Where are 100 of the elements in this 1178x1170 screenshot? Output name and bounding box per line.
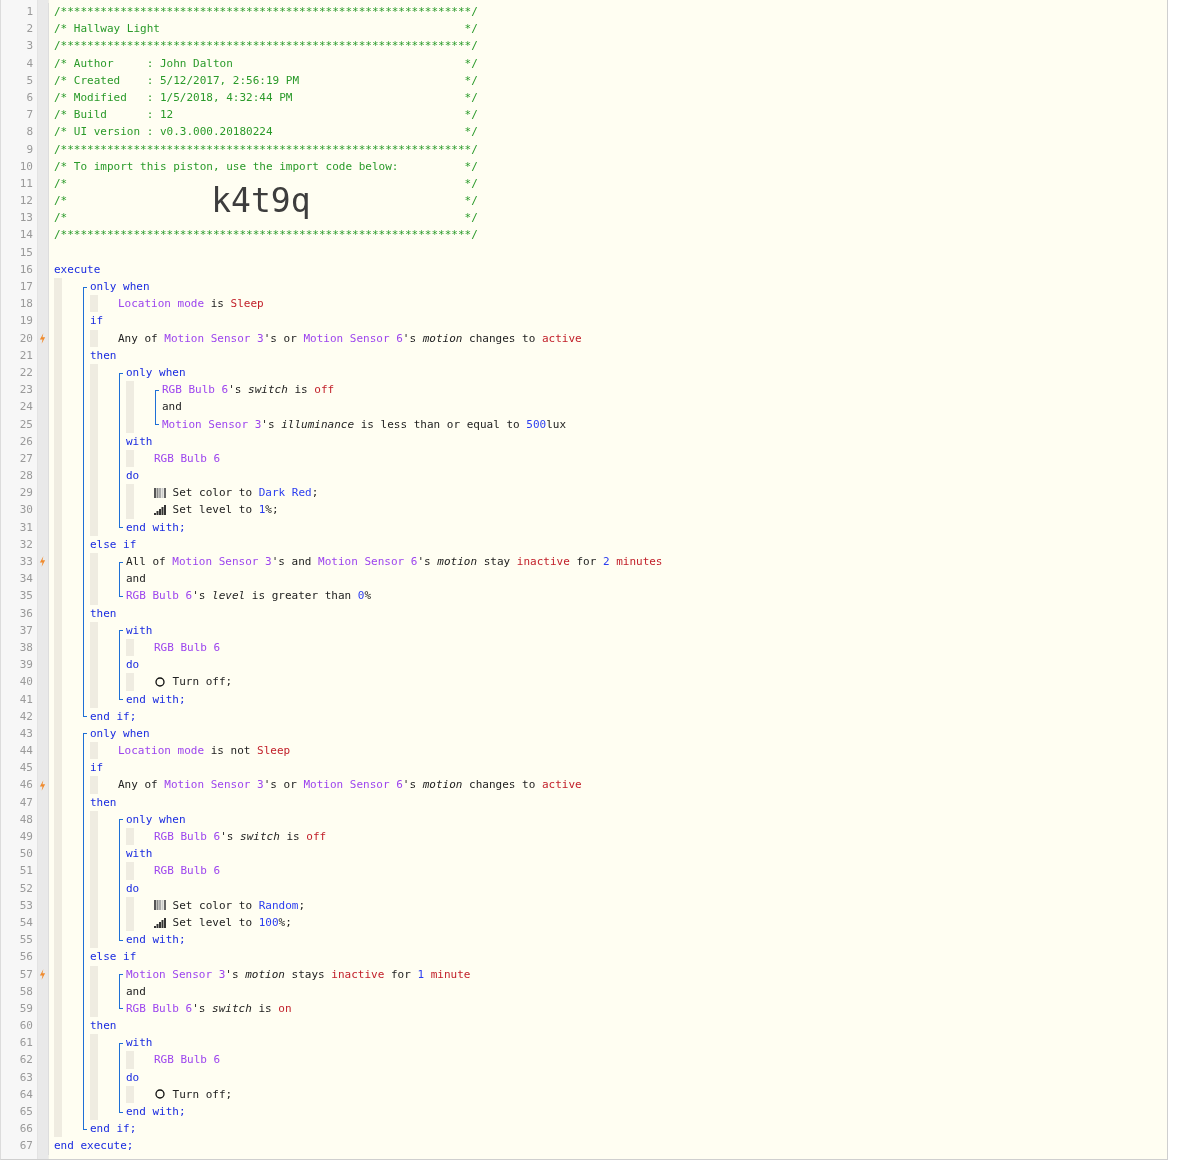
line-number: 59	[18, 1000, 34, 1017]
value-text: active	[541, 777, 582, 794]
keyword: with	[126, 433, 153, 450]
line-number: 32	[18, 536, 34, 553]
comment-text: /* UI version : v0.3.000.20180224	[54, 124, 273, 141]
line-number: 7	[25, 107, 34, 124]
attribute-name: motion	[437, 554, 478, 570]
comment-text: /* Created : 5/12/2017, 2:56:19 PM	[54, 72, 300, 89]
line-number: 62	[18, 1052, 34, 1069]
keyword: with	[126, 846, 153, 863]
signal-bars-icon	[154, 917, 166, 928]
line-number: 39	[18, 657, 34, 674]
keyword: end with;	[126, 691, 186, 708]
line-number: 47	[18, 794, 34, 811]
attribute-name: motion	[422, 330, 463, 347]
lightning-icon	[39, 332, 46, 344]
keyword: with	[126, 622, 153, 639]
code-text: 's or	[263, 330, 298, 347]
keyword: end if;	[90, 708, 137, 725]
line-number: 38	[18, 639, 34, 656]
line-number: 19	[18, 313, 34, 330]
line-number: 42	[18, 708, 34, 725]
lightning-icon	[39, 556, 46, 568]
keyword: then	[90, 347, 117, 364]
value-text: Sleep	[230, 296, 264, 313]
literal-value: 2	[602, 554, 610, 570]
device-name: Motion Sensor 6	[303, 777, 403, 794]
code-text: lux	[546, 416, 566, 433]
line-number: 60	[18, 1018, 34, 1035]
code-text: and	[162, 399, 182, 416]
value-text: Sleep	[257, 743, 291, 760]
line-number: 48	[18, 811, 34, 828]
line-number: 63	[18, 1069, 34, 1086]
line-number: 28	[18, 468, 34, 485]
line-number: 15	[18, 244, 34, 261]
keyword: with	[126, 1035, 153, 1052]
literal-value: Random	[258, 897, 299, 914]
color-bars-icon	[154, 487, 166, 498]
line-number: 8	[25, 124, 34, 141]
comment-text: */	[464, 158, 478, 175]
comment-text: /* Modified : 1/5/2018, 4:32:44 PM	[54, 89, 293, 106]
code-text: Set color to	[171, 485, 254, 502]
code-text: stays	[290, 966, 326, 983]
attribute-name: switch	[212, 1000, 252, 1017]
comment-text: /* Author : John Dalton	[54, 55, 233, 72]
line-number: 46	[18, 777, 34, 794]
device-name: RGB Bulb 6	[154, 1052, 221, 1069]
line-number: 54	[18, 914, 34, 931]
line-number: 30	[18, 502, 34, 519]
comment-text: /* Hallway Light	[54, 21, 160, 38]
device-name: Motion Sensor 6	[318, 554, 418, 570]
value-text: active	[541, 330, 582, 347]
line-number: 21	[18, 347, 34, 364]
device-name: Motion Sensor 6	[303, 330, 403, 347]
line-number: 18	[18, 296, 34, 313]
code-text: 's or	[263, 777, 298, 794]
line-number: 33	[18, 554, 34, 570]
line-number: 58	[18, 983, 34, 1000]
keyword: end execute;	[54, 1138, 134, 1155]
code-text: is not	[209, 743, 252, 760]
code-text: for	[389, 966, 412, 983]
attribute-name: illuminance	[281, 416, 355, 433]
line-number: 64	[18, 1086, 34, 1103]
attribute-name: motion	[422, 777, 463, 794]
keyword: end if;	[90, 1121, 137, 1138]
value-text: on	[278, 1000, 292, 1017]
keyword: then	[90, 1018, 117, 1035]
line-number: 61	[18, 1035, 34, 1052]
line-number: 29	[18, 485, 34, 502]
keyword: execute	[54, 261, 101, 278]
code-text: changes to	[468, 777, 537, 794]
comment-text: /*	[54, 175, 68, 192]
comment-text: /**************************************************************/	[54, 227, 478, 244]
line-number: 40	[18, 674, 34, 691]
device-name: RGB Bulb 6	[162, 382, 229, 399]
code-text: Set level to	[171, 914, 254, 931]
code-text: is less than or equal to	[359, 416, 521, 433]
line-number: 56	[18, 949, 34, 966]
attribute-name: level	[212, 588, 246, 605]
code-text: 's and	[271, 554, 313, 570]
keyword: do	[126, 657, 140, 674]
signal-bars-icon	[154, 505, 166, 516]
value-text: minute	[429, 966, 471, 983]
line-number: 43	[18, 725, 34, 742]
device-name: RGB Bulb 6	[126, 1000, 193, 1017]
device-name: RGB Bulb 6	[154, 639, 221, 656]
code-text: 's	[261, 416, 276, 433]
value-text: off	[306, 829, 327, 845]
device-name: Location mode	[118, 743, 205, 760]
line-number: 5	[25, 72, 34, 89]
line-number: 35	[18, 588, 34, 605]
keyword: end with;	[126, 1104, 186, 1120]
code-text: stay	[482, 554, 512, 570]
circle-icon	[154, 676, 166, 687]
code-text: 's	[225, 966, 240, 983]
line-number: 1	[25, 4, 34, 20]
comment-text: /* Build : 12	[54, 107, 174, 124]
code-text: and	[126, 571, 146, 588]
keyword: do	[126, 468, 140, 485]
import-code: k4t9q	[210, 180, 311, 221]
